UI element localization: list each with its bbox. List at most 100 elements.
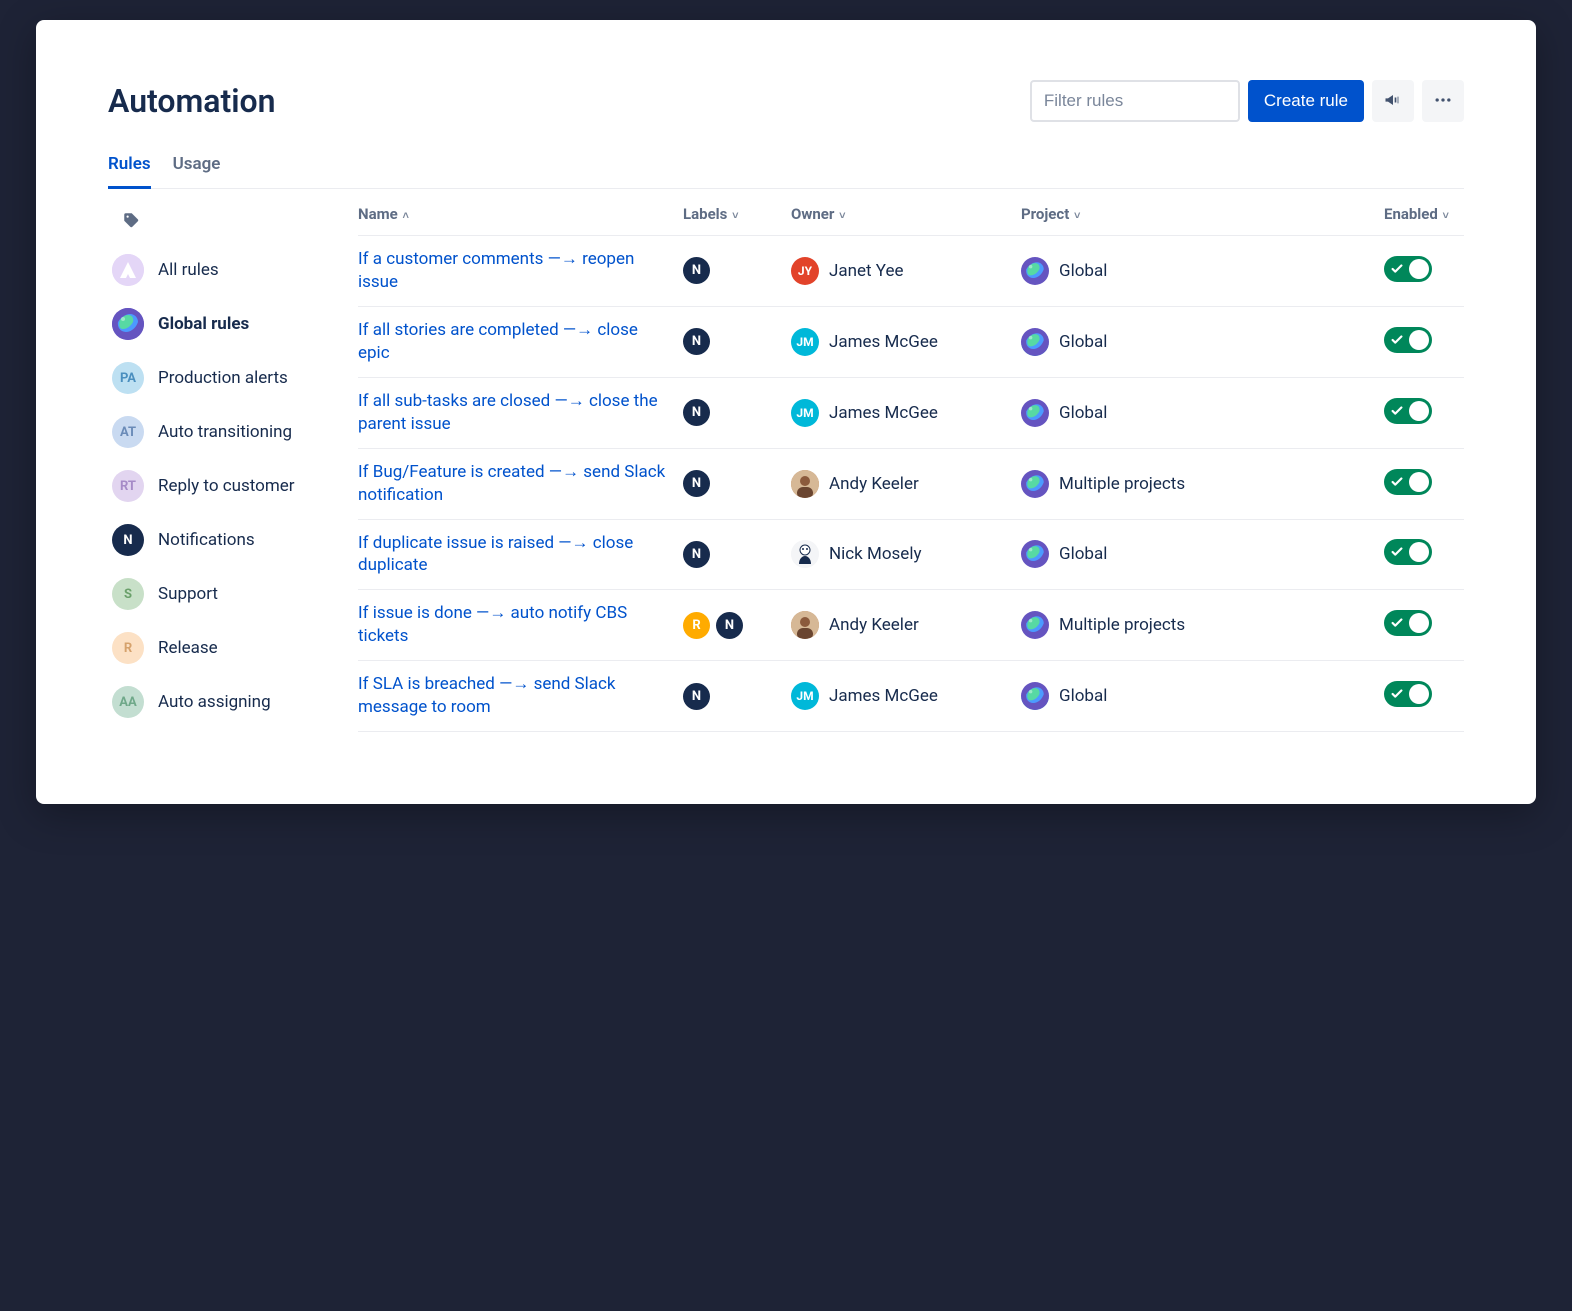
enabled-toggle[interactable]: [1384, 469, 1432, 495]
label-chip[interactable]: R: [683, 612, 710, 639]
rule-name-link[interactable]: If a customer comments —→ reopen issue: [358, 249, 634, 292]
project-scope-label: Global: [1059, 686, 1107, 706]
label-chip[interactable]: N: [683, 257, 710, 284]
owner-cell: JYJanet Yee: [791, 257, 1021, 285]
enabled-toggle[interactable]: [1384, 398, 1432, 424]
owner-avatar: [791, 470, 819, 498]
rule-name-link[interactable]: If issue is done —→ auto notify CBS tick…: [358, 603, 627, 646]
rules-table: Name ˄ Labels ˅ Owner ˅ Project ˅ Enable…: [358, 195, 1464, 732]
sidebar-item-label: Production alerts: [158, 368, 288, 388]
labels-cell: N: [683, 470, 791, 497]
label-badge-icon: RT: [112, 470, 144, 502]
project-scope-label: Global: [1059, 332, 1107, 352]
project-cell: Global: [1021, 328, 1384, 356]
content-body: All rules Global rules PA Production alerts…: [108, 195, 1464, 732]
create-rule-button[interactable]: Create rule: [1248, 80, 1364, 122]
labels-cell: N: [683, 541, 791, 568]
owner-cell: Andy Keeler: [791, 470, 1021, 498]
owner-avatar: [791, 611, 819, 639]
globe-icon: [1021, 399, 1049, 427]
enabled-toggle[interactable]: [1384, 681, 1432, 707]
sort-icon: ˅: [1071, 209, 1080, 222]
megaphone-icon: [1383, 90, 1403, 113]
enabled-toggle[interactable]: [1384, 539, 1432, 565]
col-header-name[interactable]: Name ˄: [358, 205, 683, 223]
label-chip[interactable]: N: [683, 470, 710, 497]
owner-avatar: JM: [791, 682, 819, 710]
owner-cell: JMJames McGee: [791, 328, 1021, 356]
announcements-button[interactable]: [1372, 80, 1414, 122]
header: Automation Create rule: [108, 80, 1464, 122]
col-header-project[interactable]: Project ˅: [1021, 205, 1384, 223]
enabled-toggle[interactable]: [1384, 327, 1432, 353]
sidebar-item-label: Auto transitioning: [158, 422, 292, 442]
more-actions-button[interactable]: [1422, 80, 1464, 122]
project-scope-label: Multiple projects: [1059, 615, 1185, 635]
sidebar-item-global-rules[interactable]: Global rules: [108, 297, 338, 351]
owner-cell: Andy Keeler: [791, 611, 1021, 639]
sidebar-item-production-alerts[interactable]: PA Production alerts: [108, 351, 338, 405]
owner-avatar: [791, 540, 819, 568]
owner-name: Andy Keeler: [829, 615, 919, 635]
sort-icon: ˅: [729, 209, 738, 222]
tab-usage[interactable]: Usage: [173, 154, 221, 189]
globe-icon: [1021, 682, 1049, 710]
rule-name-link[interactable]: If all sub-tasks are closed —→ close the…: [358, 391, 658, 434]
project-cell: Global: [1021, 540, 1384, 568]
labels-cell: N: [683, 257, 791, 284]
sidebar-item-reply-to-customer[interactable]: RTReply to customer: [108, 459, 338, 513]
table-row: If all stories are completed —→ close ep…: [358, 306, 1464, 377]
globe-icon: [1021, 611, 1049, 639]
label-chip[interactable]: N: [683, 399, 710, 426]
label-chip[interactable]: N: [683, 541, 710, 568]
tab-rules[interactable]: Rules: [108, 154, 151, 189]
label-chip[interactable]: N: [683, 328, 710, 355]
sidebar-item-support[interactable]: SSupport: [108, 567, 338, 621]
enabled-toggle[interactable]: [1384, 610, 1432, 636]
sidebar-item-notifications[interactable]: NNotifications: [108, 513, 338, 567]
table-row: If SLA is breached —→ send Slack message…: [358, 660, 1464, 732]
rule-name-link[interactable]: If duplicate issue is raised —→ close du…: [358, 533, 633, 576]
sidebar-item-auto-assigning[interactable]: AA Auto assigning: [108, 675, 338, 729]
table-row: If duplicate issue is raised —→ close du…: [358, 519, 1464, 590]
filter-rules-input[interactable]: [1030, 80, 1240, 122]
owner-cell: JMJames McGee: [791, 682, 1021, 710]
more-icon: [1433, 90, 1453, 113]
labels-cell: N: [683, 683, 791, 710]
globe-icon: [1021, 470, 1049, 498]
rule-name-link[interactable]: If SLA is breached —→ send Slack message…: [358, 674, 616, 717]
col-header-owner[interactable]: Owner ˅: [791, 205, 1021, 223]
project-scope-label: Multiple projects: [1059, 474, 1185, 494]
labels-cell: N: [683, 399, 791, 426]
label-badge-icon: AA: [112, 686, 144, 718]
enabled-toggle[interactable]: [1384, 256, 1432, 282]
sidebar-item-all-rules[interactable]: All rules: [108, 243, 338, 297]
label-badge-icon: N: [112, 524, 144, 556]
project-cell: Global: [1021, 257, 1384, 285]
label-badge-icon: AT: [112, 416, 144, 448]
owner-avatar: JM: [791, 328, 819, 356]
table-row: If Bug/Feature is created —→ send Slack …: [358, 448, 1464, 519]
project-scope-label: Global: [1059, 544, 1107, 564]
label-chip[interactable]: N: [683, 683, 710, 710]
sidebar: All rules Global rules PA Production alerts…: [108, 195, 338, 729]
label-chip[interactable]: N: [716, 612, 743, 639]
globe-icon: [112, 308, 144, 340]
owner-name: Nick Mosely: [829, 544, 922, 564]
project-scope-label: Global: [1059, 261, 1107, 281]
sidebar-item-auto-transitioning[interactable]: AT Auto transitioning: [108, 405, 338, 459]
owner-name: Janet Yee: [829, 261, 904, 281]
page-title: Automation: [108, 82, 276, 120]
owner-cell: Nick Mosely: [791, 540, 1021, 568]
rule-name-link[interactable]: If Bug/Feature is created —→ send Slack …: [358, 462, 665, 505]
col-header-enabled[interactable]: Enabled ˅: [1384, 205, 1464, 223]
table-row: If issue is done —→ auto notify CBS tick…: [358, 589, 1464, 660]
sidebar-item-label: Auto assigning: [158, 692, 271, 712]
label-badge-icon: PA: [112, 362, 144, 394]
sidebar-tag-filter[interactable]: [108, 205, 338, 243]
sidebar-item-release[interactable]: RRelease: [108, 621, 338, 675]
project-cell: Multiple projects: [1021, 470, 1384, 498]
sidebar-item-label: All rules: [158, 260, 219, 280]
rule-name-link[interactable]: If all stories are completed —→ close ep…: [358, 320, 638, 363]
col-header-labels[interactable]: Labels ˅: [683, 205, 791, 223]
